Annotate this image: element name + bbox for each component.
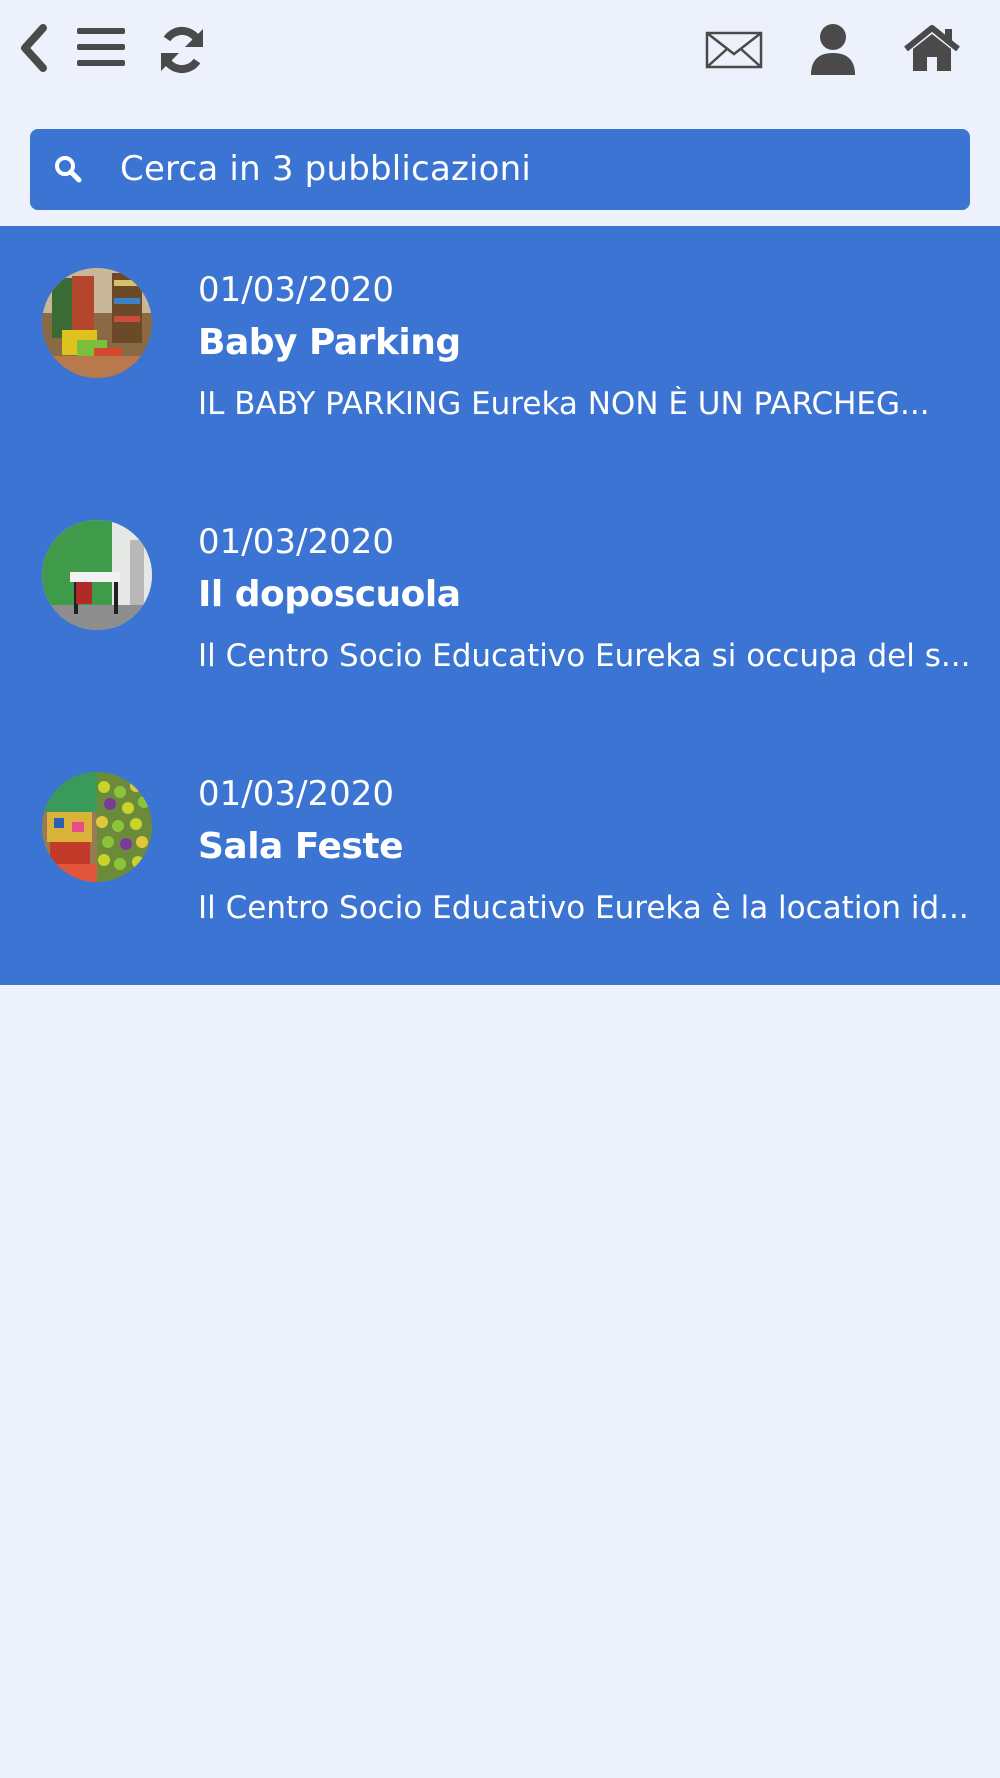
item-description: Il Centro Socio Educativo Eureka è la lo… [198,890,968,926]
item-description: Il Centro Socio Educativo Eureka si occu… [198,638,968,674]
item-date: 01/03/2020 [198,270,394,310]
user-icon[interactable] [808,22,858,78]
mail-icon[interactable] [704,28,764,72]
refresh-icon[interactable] [154,22,210,78]
list-item[interactable]: 01/03/2020 Sala Feste Il Centro Socio Ed… [0,730,1000,982]
menu-icon[interactable] [74,22,128,72]
thumbnail-image [42,520,152,630]
item-title: Baby Parking [198,322,461,363]
item-date: 01/03/2020 [198,774,394,814]
item-title: Sala Feste [198,826,404,867]
search-input[interactable]: Cerca in 3 pubblicazioni [30,129,970,210]
search-placeholder: Cerca in 3 pubblicazioni [120,149,532,189]
thumbnail-image [42,772,152,882]
item-date: 01/03/2020 [198,522,394,562]
top-toolbar [0,0,1000,100]
list-item[interactable]: 01/03/2020 Il doposcuola Il Centro Socio… [0,478,1000,730]
back-icon[interactable] [14,20,54,76]
list-item[interactable]: 01/03/2020 Baby Parking IL BABY PARKING … [0,226,1000,478]
thumbnail-image [42,268,152,378]
home-icon[interactable] [902,24,962,74]
item-description: IL BABY PARKING Eureka NON È UN PARCHEG.… [198,386,930,422]
search-icon [52,153,84,185]
publication-list: 01/03/2020 Baby Parking IL BABY PARKING … [0,226,1000,985]
item-title: Il doposcuola [198,574,461,615]
